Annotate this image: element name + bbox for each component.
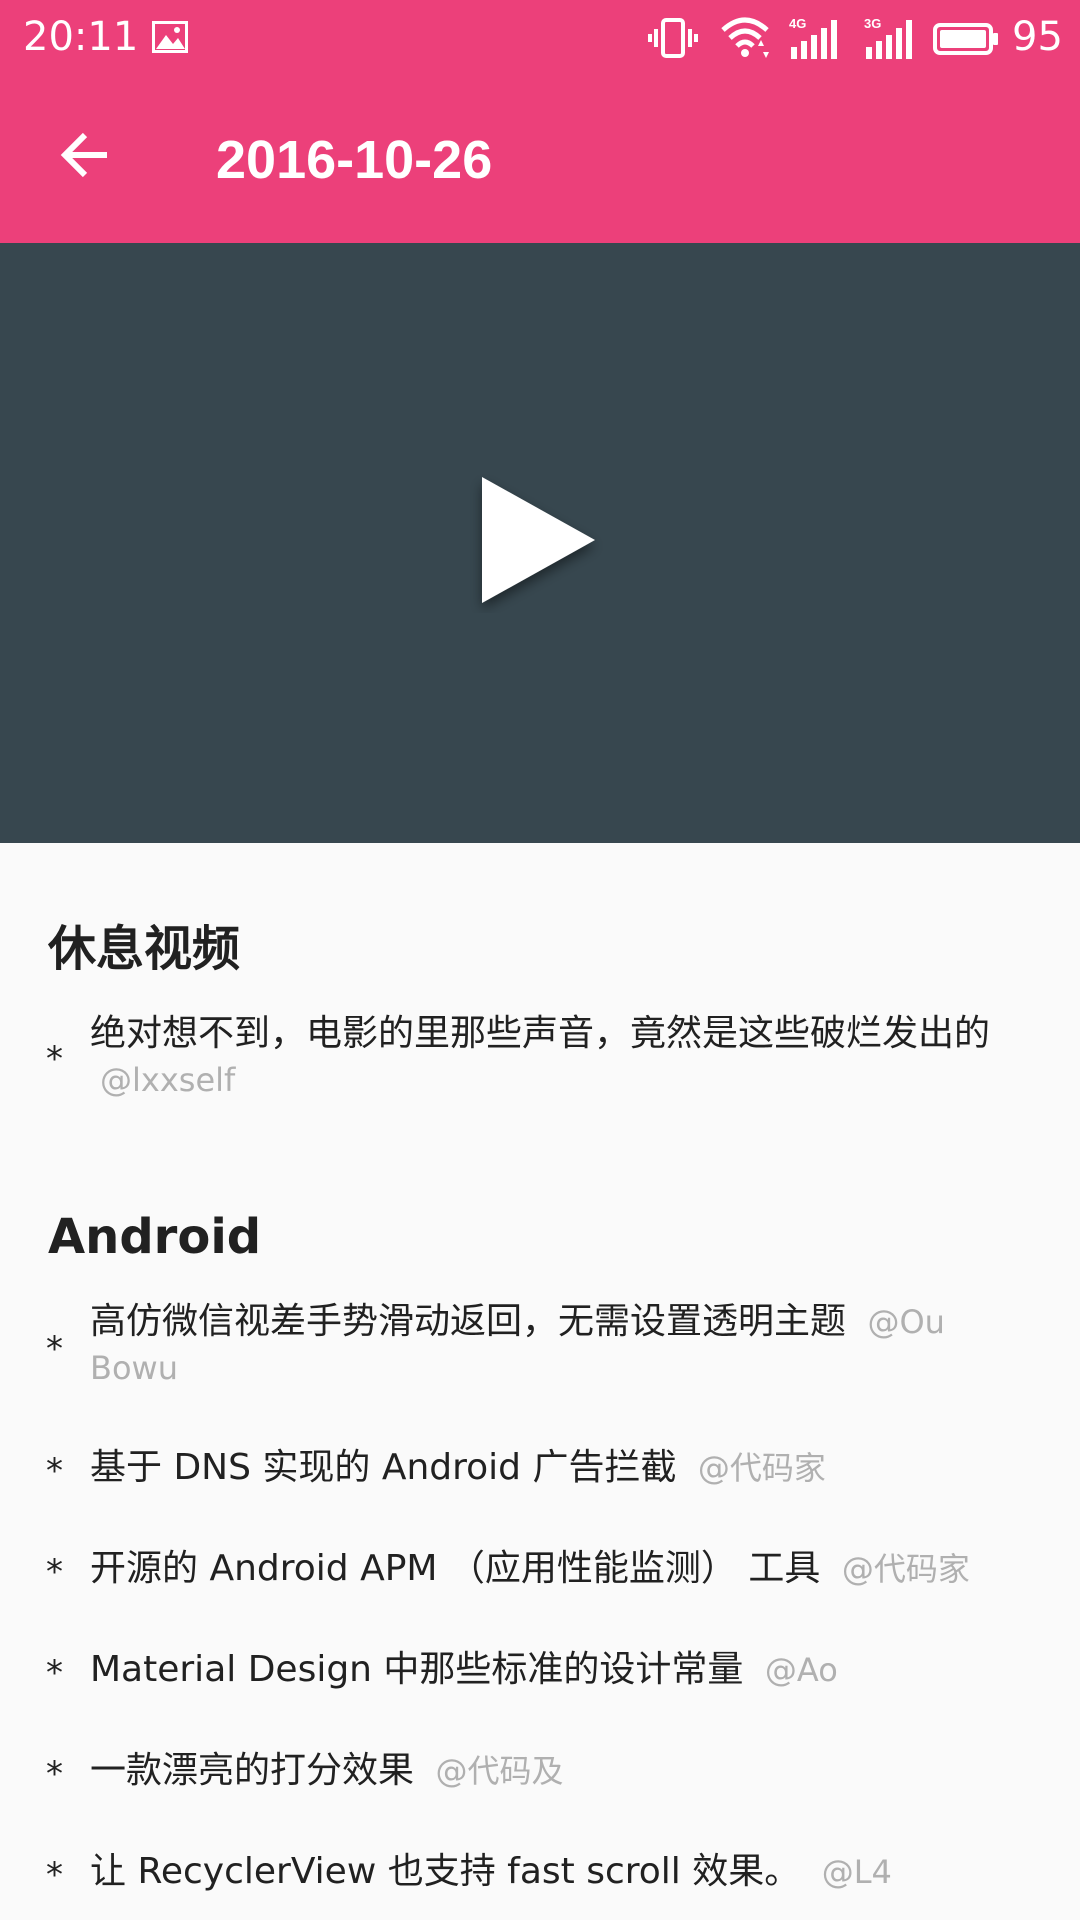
bullet: * (46, 1855, 63, 1895)
item-author[interactable]: @Ao (765, 1651, 838, 1689)
bullet: * (46, 1451, 63, 1491)
item-author[interactable]: @代码家 (698, 1449, 826, 1487)
play-icon[interactable] (470, 473, 610, 613)
bullet: * (46, 1754, 63, 1794)
item-text: 高仿微信视差手势滑动返回，无需设置透明主题 (90, 1301, 847, 1342)
item-text: 让 RecyclerView 也支持 fast scroll 效果。 (90, 1851, 801, 1892)
svg-text:3G: 3G (864, 16, 881, 31)
item-text: Material Design 中那些标准的设计常量 (90, 1649, 744, 1690)
item-author[interactable]: @L4 (822, 1853, 892, 1891)
signal-3g-icon: 3G (864, 16, 912, 59)
wifi-icon (721, 17, 769, 58)
back-button[interactable] (40, 115, 130, 195)
item-author[interactable]: @lxxself (100, 1061, 235, 1099)
page-title: 2016-10-26 (216, 130, 493, 190)
status-bar: 20:11 4G 3G 95 (0, 0, 1080, 75)
battery-level: 95 (1012, 14, 1063, 60)
app-bar: 2016-10-26 (0, 75, 1080, 243)
item-text: 绝对想不到，电影的里那些声音，竟然是这些破烂发出的 (90, 1013, 991, 1054)
svg-text:4G: 4G (789, 16, 806, 31)
bullet: * (46, 1039, 63, 1079)
item-text: 基于 DNS 实现的 Android 广告拦截 (90, 1447, 677, 1488)
item-author[interactable]: @代码及 (435, 1752, 563, 1790)
vibrate-icon (648, 18, 698, 58)
section-title: 休息视频 (48, 921, 241, 977)
arrow-back-icon (60, 132, 107, 178)
bullet: * (46, 1329, 63, 1369)
battery-icon (933, 23, 998, 55)
bullet: * (46, 1653, 63, 1693)
gallery-icon (152, 21, 188, 53)
item-text: 一款漂亮的打分效果 (90, 1750, 415, 1791)
video-player[interactable] (0, 243, 1080, 843)
section-title: Android (48, 1209, 262, 1265)
signal-4g-icon: 4G (789, 16, 837, 59)
item-author[interactable]: @代码家 (842, 1550, 970, 1588)
status-time: 20:11 (23, 14, 139, 60)
item-text: 开源的 Android APM （应用性能监测） 工具 (90, 1548, 821, 1589)
bullet: * (46, 1552, 63, 1592)
